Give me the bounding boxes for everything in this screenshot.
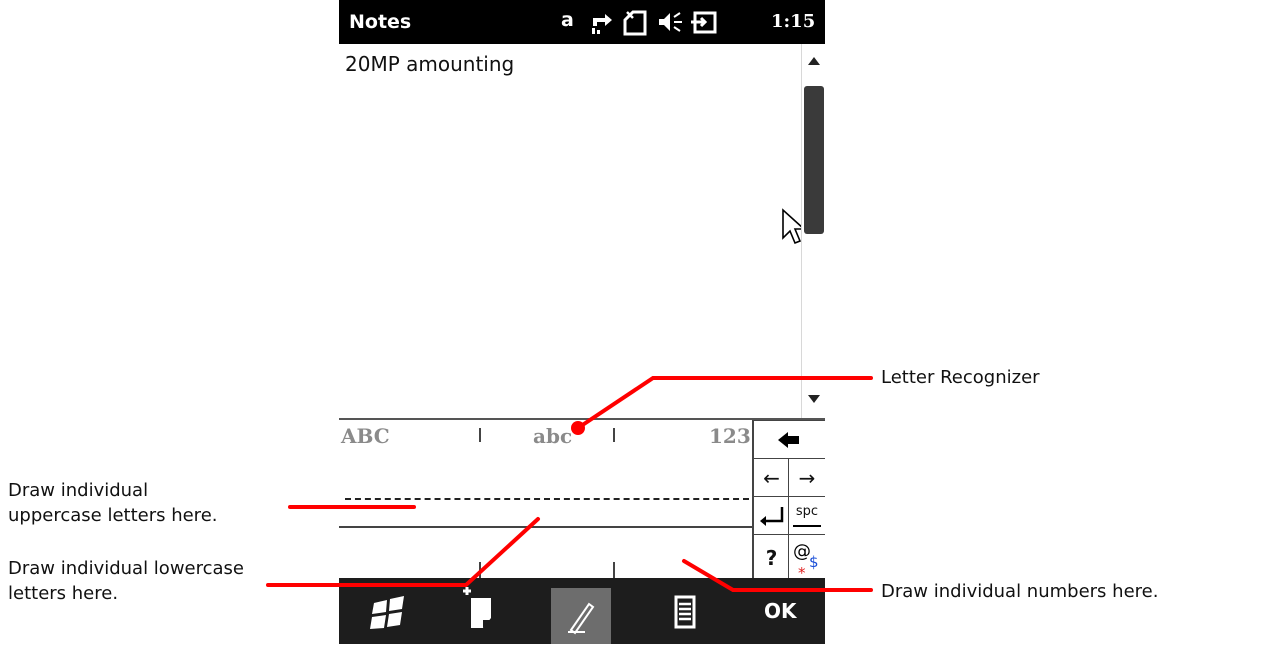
space-underline	[793, 525, 821, 527]
enter-key[interactable]	[753, 496, 789, 535]
zone-divider-tick	[479, 428, 481, 442]
midline-guide	[345, 498, 749, 500]
zone-divider-tick	[479, 562, 481, 578]
status-bar: Notes a 1:15	[339, 0, 825, 44]
callout-lowercase-line2: letters here.	[8, 583, 119, 604]
scroll-up-arrow-icon[interactable]	[808, 57, 820, 65]
cursor-left-key[interactable]: ←	[753, 458, 789, 497]
pen-input-button[interactable]	[551, 588, 611, 644]
input-mode-indicator[interactable]: a	[561, 9, 574, 31]
scroll-thumb[interactable]	[804, 86, 824, 234]
svg-text:$: $	[809, 553, 819, 571]
letter-recognizer-panel: ABC abc 123 ← → spc ? @ $ *	[339, 418, 825, 582]
volume-icon[interactable]	[655, 8, 685, 36]
callout-letter-recognizer: Letter Recognizer	[881, 367, 1040, 388]
backspace-key[interactable]	[753, 420, 825, 459]
enter-icon	[760, 507, 784, 526]
menu-icon	[674, 595, 696, 629]
data-sync-icon[interactable]	[587, 8, 617, 36]
zone-divider-tick	[613, 428, 615, 442]
note-text[interactable]: 20MP amounting	[345, 52, 514, 76]
symbols-key[interactable]: @ $ *	[788, 534, 825, 582]
callout-lowercase-line1: Draw individual lowercase	[8, 558, 245, 579]
signal-off-icon[interactable]	[621, 8, 651, 36]
new-note-button[interactable]	[451, 578, 511, 644]
cursor-right-key[interactable]: →	[788, 458, 825, 497]
question-key[interactable]: ?	[753, 534, 789, 581]
callout-uppercase-line2: uppercase letters here.	[8, 505, 218, 526]
mode-label-uppercase: ABC	[341, 424, 390, 448]
mode-label-numbers: 123	[709, 424, 751, 448]
pen-icon	[568, 602, 595, 635]
menu-button[interactable]	[655, 578, 715, 644]
windows-start-icon	[370, 596, 404, 629]
backspace-icon	[778, 432, 799, 448]
space-key-label: spc	[795, 504, 819, 519]
bottom-taskbar: OK	[339, 578, 825, 644]
scroll-down-arrow-icon[interactable]	[808, 395, 820, 403]
baseline-guide	[339, 526, 752, 528]
vertical-scrollbar[interactable]	[801, 44, 826, 418]
space-key[interactable]: spc	[788, 496, 825, 535]
battery-charging-icon[interactable]	[689, 8, 719, 36]
note-editor[interactable]: 20MP amounting	[339, 44, 807, 418]
zone-divider-tick	[613, 562, 615, 578]
mode-label-lowercase: abc	[533, 424, 573, 448]
symbols-icon: @ $ *	[793, 541, 819, 582]
clock[interactable]: 1:15	[771, 11, 815, 32]
callout-uppercase-line1: Draw individual	[8, 480, 149, 501]
callout-numbers: Draw individual numbers here.	[881, 581, 1159, 602]
ok-button[interactable]: OK	[764, 599, 797, 623]
new-note-icon	[463, 587, 491, 628]
start-button[interactable]	[359, 578, 419, 644]
app-title: Notes	[349, 11, 412, 33]
